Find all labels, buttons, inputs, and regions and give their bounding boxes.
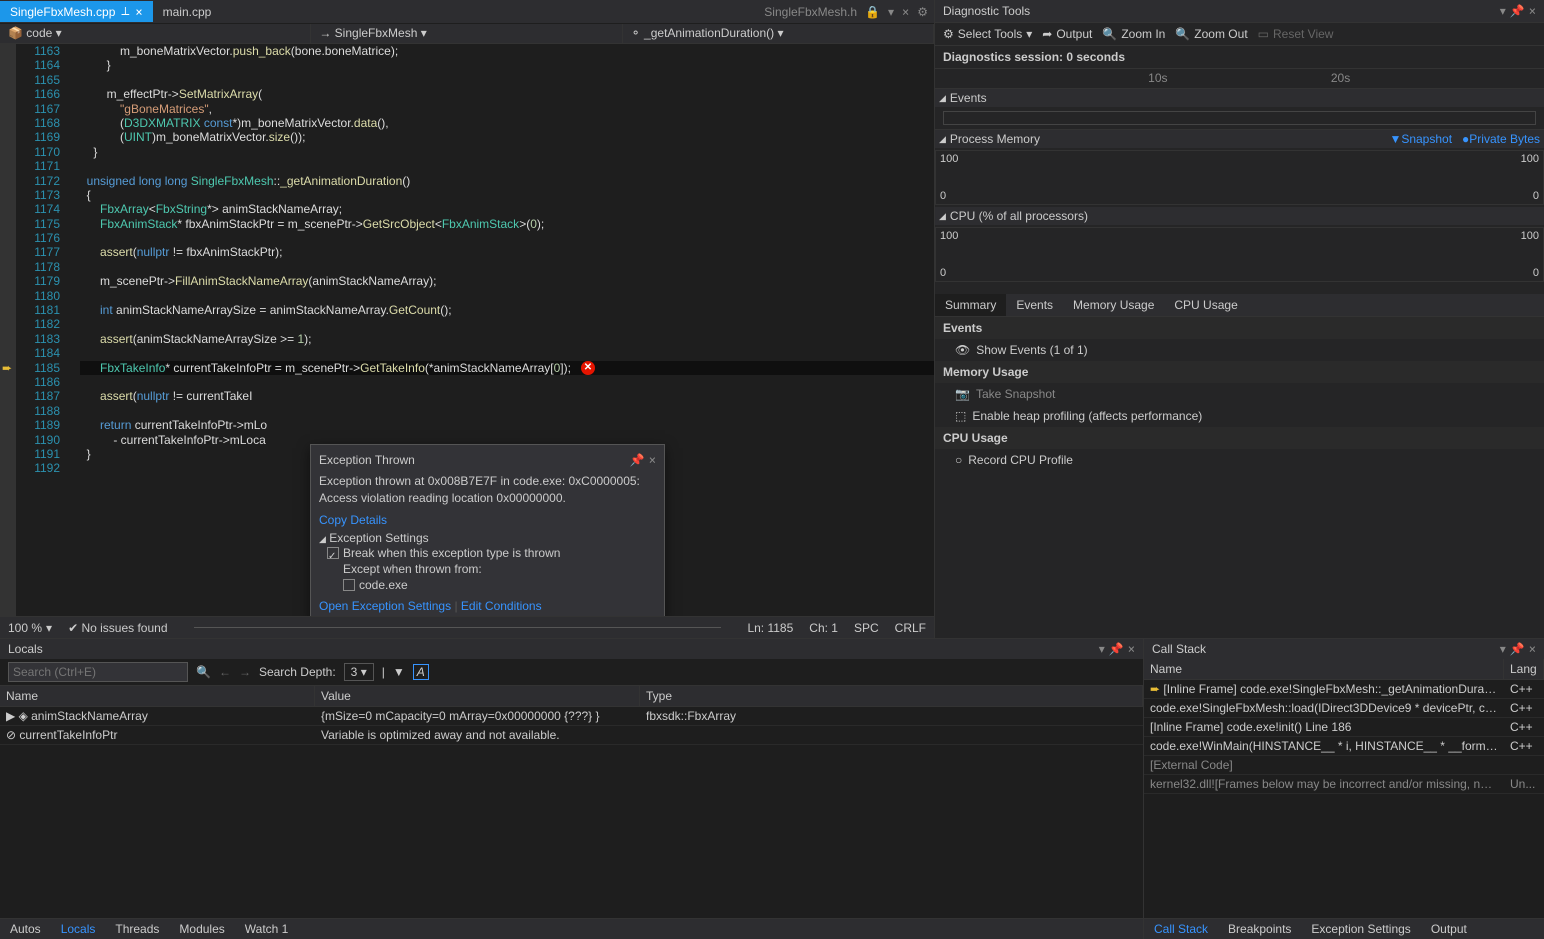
bottom-tab-modules[interactable]: Modules [169,919,234,939]
lock-icon: 🔒 [865,5,880,19]
bottom-tab-locals[interactable]: Locals [51,919,106,939]
diag-summary-panel: Events 👁 Show Events (1 of 1) Memory Usa… [935,317,1544,471]
session-label: Diagnostics session: 0 seconds [935,46,1544,69]
exception-body: Exception thrown at 0x008B7E7F in code.e… [319,473,656,507]
collapse-icon[interactable]: ◢ [319,534,326,544]
bottom-tab-autos[interactable]: Autos [0,919,51,939]
tab-label: SingleFbxMesh.cpp [10,5,115,19]
exception-settings-hdr: Exception Settings [329,531,428,545]
dropdown-icon[interactable]: ▾ [888,5,894,19]
whitespace-indicator[interactable]: SPC [854,621,879,635]
diag-title: Diagnostic Tools [943,4,1030,18]
cpu-chart[interactable]: 100 0 100 0 [935,227,1544,282]
tab-other-file[interactable]: main.cpp [153,2,222,22]
line-indicator[interactable]: Ln: 1185 [747,621,793,635]
pin-icon[interactable]: 📌 [1510,642,1525,656]
prev-icon[interactable]: ← [219,665,231,679]
nav-bar: 📦 code ▾ → SingleFbxMesh ▾ ⚬ _getAnimati… [0,24,934,44]
memory-chart[interactable]: 100 0 100 0 [935,150,1544,205]
close-icon[interactable]: × [1128,642,1135,656]
header-file-label[interactable]: SingleFbxMesh.h [764,5,857,19]
char-indicator[interactable]: Ch: 1 [809,621,838,635]
gear-icon[interactable]: ⚙ [917,5,928,19]
diagnostic-tools-pane: Diagnostic Tools ▾ 📌 × ⚙ Select Tools ▾ ➦ … [935,0,1544,638]
filter-icon[interactable]: ▼ [393,665,405,679]
exception-popup: Exception Thrown 📌 × Exception thrown at… [310,444,665,616]
timeline-ruler[interactable]: 10s 20s [935,69,1544,89]
close-icon[interactable]: × [649,453,656,467]
format-icon[interactable]: A [413,664,429,680]
callstack-row[interactable]: [External Code] [1144,756,1544,775]
open-exception-settings-link[interactable]: Open Exception Settings [319,599,451,613]
output-button[interactable]: ➦ Output [1042,27,1092,41]
pin-icon[interactable]: ⟂ [121,4,129,19]
diag-tab-summary[interactable]: Summary [935,294,1006,316]
copy-details-link[interactable]: Copy Details [319,513,387,527]
record-cpu-item[interactable]: ○ Record CPU Profile [935,449,1544,471]
pin-icon[interactable]: 📌 [630,453,645,467]
locals-title: Locals [8,642,43,656]
zoom-in-button[interactable]: 🔍 Zoom In [1102,27,1165,41]
module-checkbox[interactable] [343,579,355,591]
issues-status[interactable]: ✔ No issues found [68,621,167,635]
editor-pane: SingleFbxMesh.cpp ⟂ × main.cpp SingleFbx… [0,0,935,638]
depth-select[interactable]: 3 ▾ [344,663,374,681]
callstack-row[interactable]: ➨ [Inline Frame] code.exe!SingleFbxMesh:… [1144,680,1544,699]
dropdown-icon[interactable]: ▾ [1500,642,1506,656]
tab-label: main.cpp [163,5,212,19]
close-icon[interactable]: × [135,5,142,19]
nav-method[interactable]: ⚬ _getAnimationDuration() ▾ [623,24,934,43]
zoom-out-button[interactable]: 🔍 Zoom Out [1175,27,1247,41]
reset-view-button[interactable]: ▭ Reset View [1258,27,1334,41]
search-icon[interactable]: 🔍 [196,665,211,679]
callstack-pane: Call Stack ▾📌× Name Lang ➨ [Inline Frame… [1144,639,1544,939]
locals-pane: Locals ▾📌× 🔍 ← → Search Depth: 3 ▾ | ▼ A… [0,639,1144,939]
take-snapshot-item[interactable]: 📷 Take Snapshot [935,383,1544,405]
bottom-tab-call-stack[interactable]: Call Stack [1144,919,1218,939]
locals-row[interactable]: ⊘ currentTakeInfoPtrVariable is optimize… [0,726,1143,745]
edit-conditions-link[interactable]: Edit Conditions [461,599,542,613]
pin-icon[interactable]: 📌 [1510,4,1525,18]
diag-tab-events[interactable]: Events [1006,294,1063,316]
code-editor[interactable]: ➨ 11631164116511661167116811691170117111… [0,44,934,616]
dropdown-icon[interactable]: ▾ [1500,4,1506,18]
nav-scope[interactable]: 📦 code ▾ [0,24,311,43]
pin-icon[interactable]: 📌 [1109,642,1124,656]
editor-status-bar: 100 % ▾ ✔ No issues found Ln: 1185 Ch: 1… [0,616,934,638]
bottom-tab-threads[interactable]: Threads [105,919,169,939]
next-icon[interactable]: → [239,665,251,679]
callstack-row[interactable]: [Inline Frame] code.exe!init() Line 186C… [1144,718,1544,737]
bottom-tab-exception-settings[interactable]: Exception Settings [1301,919,1420,939]
dropdown-icon[interactable]: ▾ [1099,642,1105,656]
bottom-tab-watch-1[interactable]: Watch 1 [235,919,299,939]
exception-title: Exception Thrown [319,453,415,467]
close-icon[interactable]: × [1529,4,1536,18]
show-events-item[interactable]: 👁 Show Events (1 of 1) [935,339,1544,361]
bottom-tab-breakpoints[interactable]: Breakpoints [1218,919,1301,939]
file-tabs: SingleFbxMesh.cpp ⟂ × main.cpp SingleFbx… [0,0,934,24]
tab-active-file[interactable]: SingleFbxMesh.cpp ⟂ × [0,1,153,22]
close-icon[interactable]: × [902,5,909,19]
lineending-indicator[interactable]: CRLF [895,621,926,635]
callstack-row[interactable]: code.exe!WinMain(HINSTANCE__ * i, HINSTA… [1144,737,1544,756]
callstack-row[interactable]: code.exe!SingleFbxMesh::load(IDirect3DDe… [1144,699,1544,718]
break-checkbox[interactable] [327,547,339,559]
callstack-row[interactable]: kernel32.dll![Frames below may be incorr… [1144,775,1544,794]
search-input[interactable] [8,662,188,682]
callstack-title: Call Stack [1152,642,1206,656]
nav-class[interactable]: → SingleFbxMesh ▾ [311,24,622,43]
locals-row[interactable]: ▶ ◈ animStackNameArray{mSize=0 mCapacity… [0,707,1143,726]
diag-tab-cpu-usage[interactable]: CPU Usage [1164,294,1247,316]
select-tools-button[interactable]: ⚙ Select Tools ▾ [943,27,1032,41]
bottom-tab-output[interactable]: Output [1421,919,1477,939]
heap-profiling-item[interactable]: ⬚ Enable heap profiling (affects perform… [935,405,1544,427]
close-icon[interactable]: × [1529,642,1536,656]
zoom-control[interactable]: 100 % ▾ [8,621,52,635]
diag-tab-memory-usage[interactable]: Memory Usage [1063,294,1164,316]
